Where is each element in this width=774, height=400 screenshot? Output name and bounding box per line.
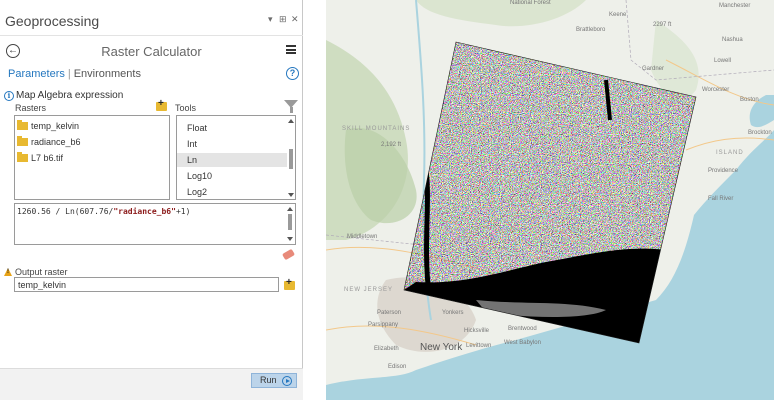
map-label-state: NEW JERSEY: [344, 287, 394, 293]
pane-title: Geoprocessing: [5, 13, 100, 29]
output-raster-input[interactable]: [14, 277, 279, 292]
list-item[interactable]: temp_kelvin: [17, 120, 80, 131]
menu-icon[interactable]: [286, 45, 296, 54]
map-label: Parsippany: [368, 322, 399, 328]
map-label: Brockton: [748, 130, 772, 136]
map-label: Manchester: [719, 3, 751, 9]
scroll-up-icon[interactable]: [288, 119, 294, 123]
map-label: Brattleboro: [576, 27, 606, 33]
map-label: Keene: [609, 12, 627, 18]
tool-title: Raster Calculator: [101, 44, 202, 59]
rasters-label: Rasters: [15, 103, 47, 113]
map-label: National Forest: [510, 0, 551, 6]
map-label-region: SKILL MOUNTAINS: [342, 126, 411, 132]
expression-prefix: 1260.56 / Ln(607.76/: [17, 207, 114, 216]
tab-environments[interactable]: Environments: [74, 68, 141, 80]
map-label: Yonkers: [442, 310, 464, 316]
expression-raster-ref: "radiance_b6": [113, 207, 176, 216]
raster-name: temp_kelvin: [31, 121, 80, 131]
map-label: Lowell: [714, 58, 732, 64]
expression-text[interactable]: 1260.56 / Ln(607.76/"radiance_b6"+1): [17, 207, 190, 216]
pane-footer: Run: [0, 368, 303, 400]
scrollbar-thumb[interactable]: [289, 149, 293, 169]
map-label: Levittown: [466, 343, 492, 349]
raster-name: L7 b6.tif: [31, 153, 64, 163]
tool-item-log10[interactable]: Log10: [177, 169, 287, 183]
raster-scene: [404, 42, 696, 343]
list-item[interactable]: L7 b6.tif: [17, 152, 64, 163]
map-label: Edison: [388, 364, 407, 370]
scroll-down-icon[interactable]: [288, 193, 294, 197]
info-icon: i: [4, 91, 14, 101]
raster-icon: [17, 152, 28, 162]
raster-icon: [17, 120, 28, 130]
map-label: Brentwood: [508, 326, 537, 332]
play-icon: [282, 376, 292, 386]
tool-item-ln[interactable]: Ln: [177, 153, 287, 167]
map-label-state: ISLAND: [716, 150, 744, 156]
raster-name: radiance_b6: [31, 137, 81, 147]
map-view[interactable]: National Forest Keene Manchester Brattle…: [326, 0, 774, 400]
map-label-new-york: New York: [420, 342, 463, 353]
raster-layer: [403, 41, 697, 344]
map-label: Nashua: [722, 37, 743, 43]
scrollbar-thumb[interactable]: [288, 214, 292, 230]
map-label: Elizabeth: [374, 346, 399, 352]
scroll-down-icon[interactable]: [287, 237, 293, 241]
filter-icon[interactable]: [284, 100, 298, 113]
close-icon[interactable]: ✕: [291, 14, 299, 25]
add-raster-icon[interactable]: [156, 98, 167, 111]
map-label: West Babylon: [504, 340, 541, 346]
map-label: Boston: [740, 97, 759, 103]
browse-folder-icon[interactable]: [284, 277, 295, 290]
tab-parameters[interactable]: Parameters: [8, 68, 65, 80]
pane-options-icon[interactable]: ▾: [268, 14, 273, 25]
map-label: Hicksville: [464, 328, 490, 334]
map-label: Worcester: [702, 87, 730, 93]
map-label: Gardner: [642, 66, 665, 72]
warning-icon: [4, 268, 12, 276]
output-raster-label: Output raster: [15, 267, 68, 277]
tool-tabs: Parameters | Environments: [8, 68, 141, 80]
tools-list[interactable]: Float Int Ln Log10 Log2: [176, 115, 296, 200]
eraser-icon[interactable]: [281, 248, 296, 261]
run-button[interactable]: Run: [251, 373, 297, 388]
geoprocessing-pane: Geoprocessing ▾ ⊞ ✕ ← Raster Calculator …: [0, 0, 303, 400]
tool-item-log2[interactable]: Log2: [177, 185, 287, 199]
pin-icon[interactable]: ⊞: [279, 14, 287, 25]
tool-item-int[interactable]: Int: [177, 137, 287, 151]
tools-label: Tools: [175, 103, 197, 113]
tab-separator: |: [67, 68, 71, 80]
rasters-list[interactable]: temp_kelvin radiance_b6 L7 b6.tif: [14, 115, 170, 200]
tool-item-float[interactable]: Float: [177, 121, 287, 135]
run-label: Run: [260, 375, 277, 385]
map-label: 2,192 ft: [381, 142, 402, 148]
help-icon[interactable]: ?: [286, 67, 299, 80]
map-label: Providence: [708, 168, 739, 174]
map-label: Middletown: [347, 234, 378, 240]
map-label: Fall River: [708, 196, 734, 202]
raster-river: [423, 169, 431, 286]
map-algebra-label: Map Algebra expression: [16, 90, 124, 101]
scroll-up-icon[interactable]: [287, 207, 293, 211]
list-item[interactable]: radiance_b6: [17, 136, 81, 147]
map-label: Paterson: [377, 310, 402, 316]
expression-input[interactable]: 1260.56 / Ln(607.76/"radiance_b6"+1): [14, 203, 296, 245]
pane-divider: [0, 35, 303, 36]
expression-suffix: +1): [175, 207, 191, 216]
raster-icon: [17, 136, 28, 146]
map-label: 2297 ft: [653, 22, 672, 28]
